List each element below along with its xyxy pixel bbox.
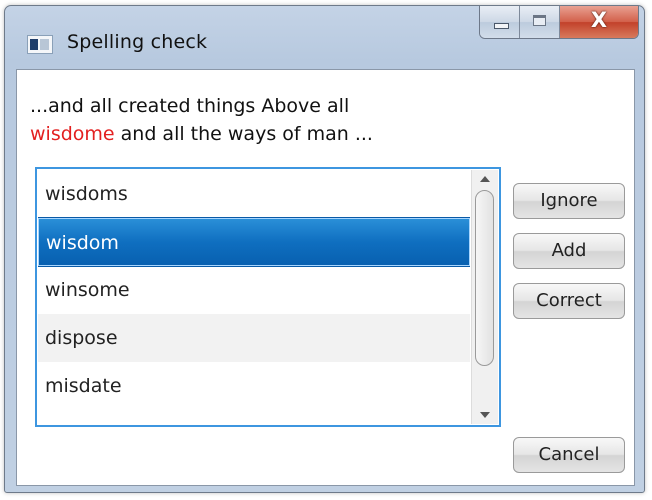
misspelled-word: wisdome [30, 123, 115, 145]
list-item[interactable]: winsome [38, 266, 470, 314]
minimize-button[interactable] [480, 6, 520, 38]
vertical-scrollbar[interactable] [471, 170, 498, 424]
arrow-down-icon [480, 412, 490, 418]
suggestions-list[interactable]: wisdoms wisdom winsome dispose misdate [35, 167, 501, 427]
close-button[interactable]: X [560, 6, 638, 38]
scroll-thumb[interactable] [475, 190, 494, 366]
arrow-up-icon [480, 176, 490, 182]
suggestions-list-items: wisdoms wisdom winsome dispose misdate [38, 170, 470, 424]
ignore-button[interactable]: Ignore [513, 183, 625, 219]
caption-buttons: X [479, 6, 639, 39]
add-button[interactable]: Add [513, 233, 625, 269]
maximize-button[interactable] [520, 6, 560, 38]
list-item[interactable]: misdate [38, 362, 470, 410]
sentence-line-2: wisdome and all the ways of man ... [30, 120, 373, 148]
sentence-line-1: ...and all created things Above all [30, 95, 350, 117]
sentence-line-2-rest: and all the ways of man ... [114, 123, 373, 145]
dialog-content: ...and all created things Above all wisd… [16, 69, 635, 486]
list-item-selected[interactable]: wisdom [38, 217, 470, 267]
minimize-icon [494, 23, 509, 29]
close-icon: X [590, 8, 608, 32]
context-sentence: ...and all created things Above all wisd… [30, 92, 373, 148]
window-title: Spelling check [67, 31, 208, 53]
scroll-down-button[interactable] [472, 404, 498, 424]
correct-button[interactable]: Correct [513, 283, 625, 319]
list-item[interactable]: wisdoms [38, 170, 470, 218]
spelling-check-window: Spelling check X ...and all created thin… [4, 5, 645, 493]
maximize-icon [533, 15, 546, 26]
list-item[interactable]: dispose [38, 314, 470, 362]
app-icon [27, 35, 53, 54]
title-bar[interactable]: Spelling check X [5, 6, 644, 68]
cancel-button[interactable]: Cancel [513, 437, 625, 473]
scroll-up-button[interactable] [472, 170, 498, 190]
